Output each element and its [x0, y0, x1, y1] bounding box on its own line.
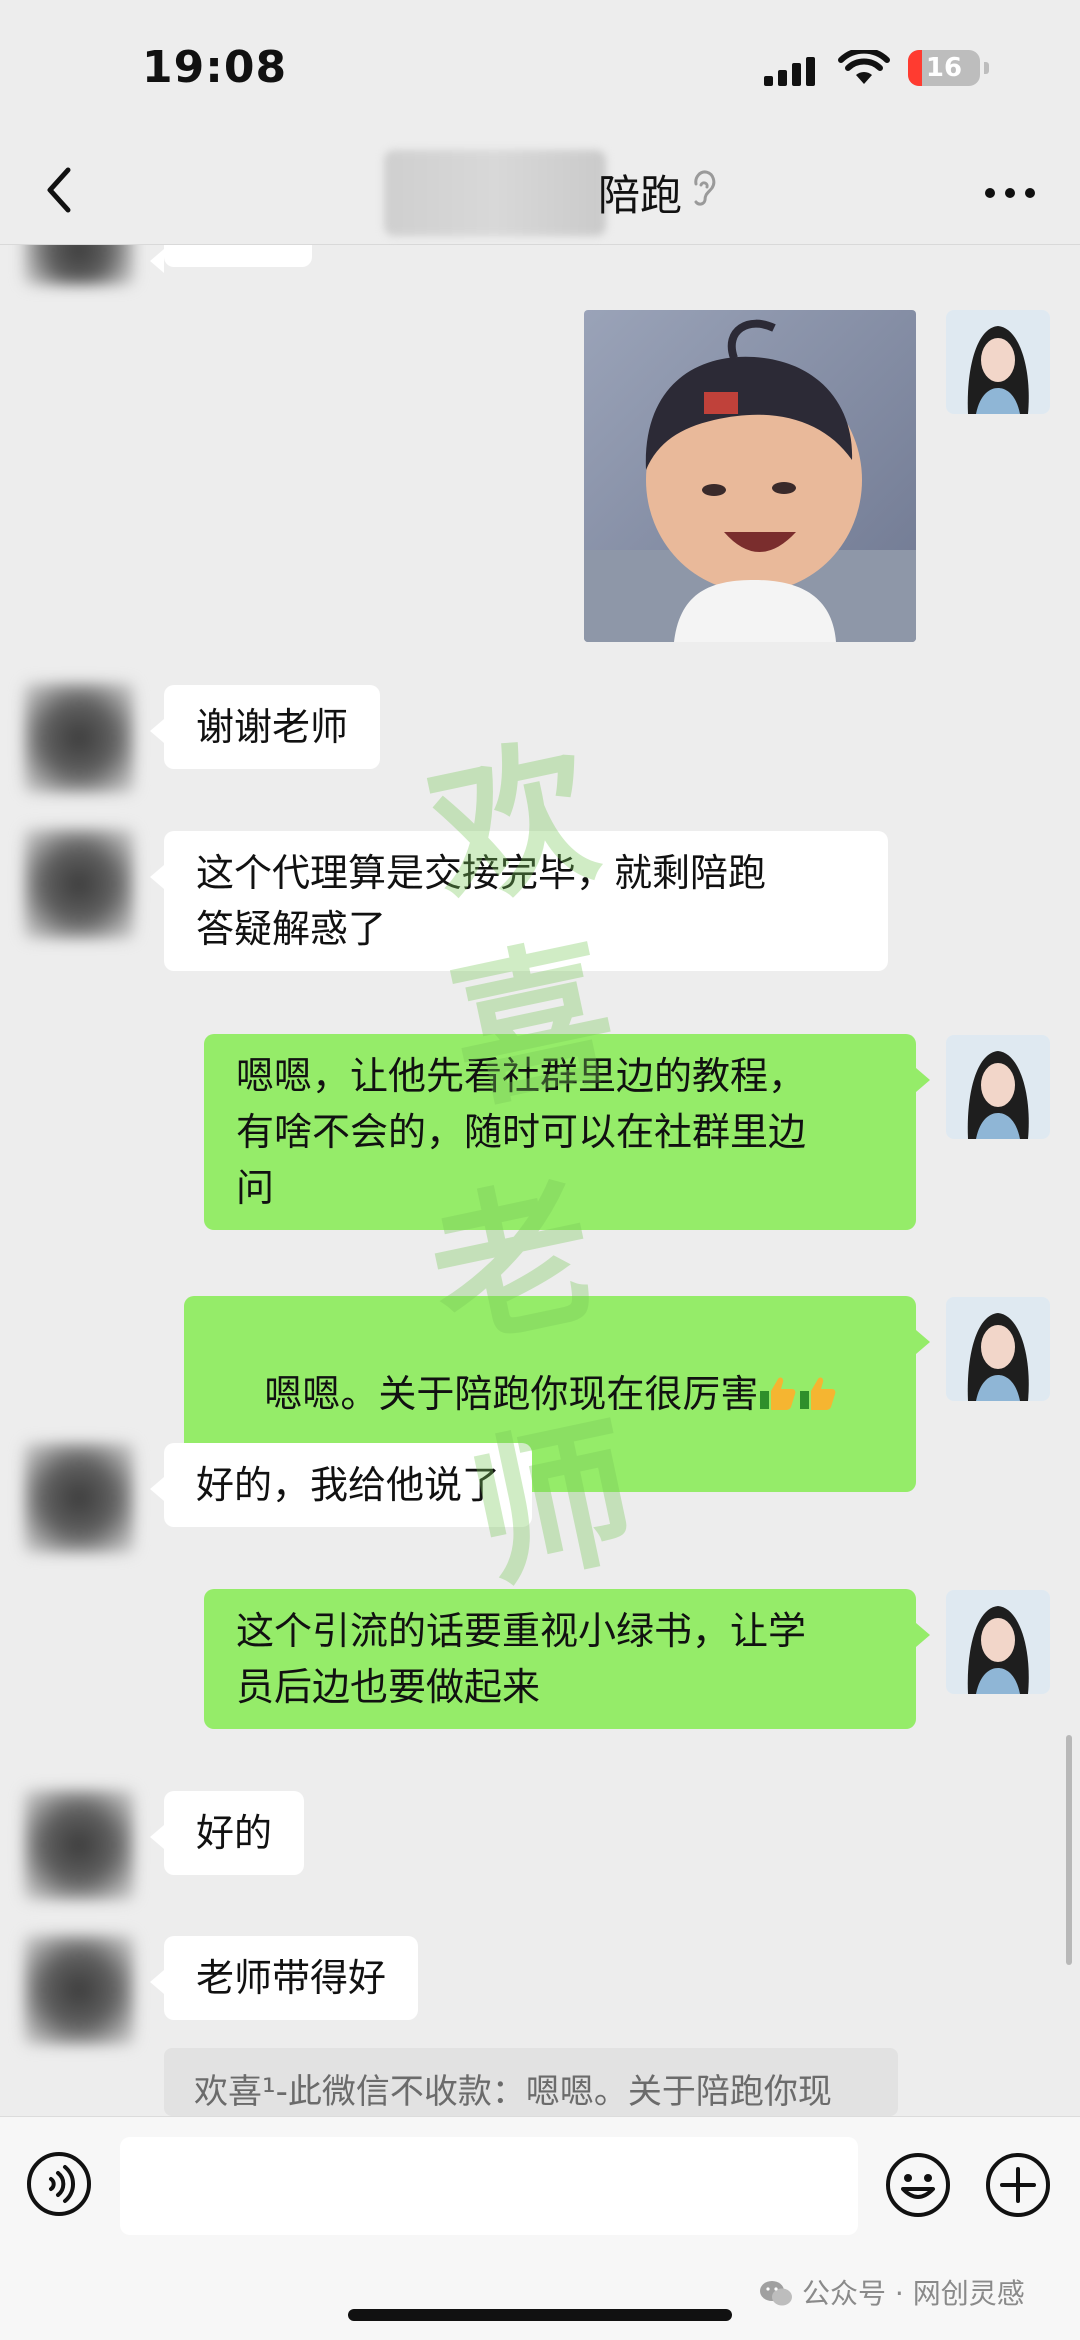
message-text: 嗯嗯。关于陪跑你现在很厉害: [264, 1372, 759, 1416]
home-indicator[interactable]: [348, 2309, 732, 2321]
my-avatar: [946, 1035, 1050, 1139]
scrollbar[interactable]: [1066, 1735, 1072, 1965]
voice-icon[interactable]: [26, 2151, 92, 2217]
thumbs-up-icon: [760, 1377, 796, 1410]
thumbs-up-icon: [800, 1377, 836, 1410]
battery-level: 16: [925, 53, 963, 83]
message-input[interactable]: [120, 2137, 858, 2235]
sent-image-baby-laughing[interactable]: [584, 310, 916, 642]
status-bar: 19:08 16: [0, 0, 1080, 140]
official-account-watermark: 公众号 · 网创灵感: [758, 2272, 1025, 2312]
contact-avatar: [24, 245, 134, 285]
contact-avatar: [24, 1790, 134, 1900]
message-bubble-partial: [150, 245, 312, 273]
blurred-contact-name: [384, 150, 606, 236]
contact-avatar: [24, 1443, 134, 1553]
official-account-name: 公众号 · 网创灵感: [802, 2277, 1025, 2310]
my-avatar: [946, 310, 1050, 414]
message-bubble-received[interactable]: 老师带得好: [149, 1936, 419, 2020]
wifi-icon: [838, 50, 890, 84]
message-bubble-received[interactable]: 这个代理算是交接完毕，就剩陪跑 答疑解惑了: [150, 831, 888, 971]
contact-avatar: [24, 683, 134, 793]
message-bubble-sent[interactable]: 这个引流的话要重视小绿书，让学 员后边也要做起来: [204, 1589, 930, 1729]
wechat-icon: [760, 2281, 792, 2306]
input-bar: 公众号 · 网创灵感: [0, 2116, 1080, 2340]
message-bubble-received[interactable]: 好的，我给他说了: [149, 1443, 533, 1527]
battery-indicator: 16: [908, 50, 989, 86]
chat-message-list[interactable]: 谢谢老师 这个代理算是交接完毕，就剩陪跑 答疑解惑了 嗯嗯，让他先看社群里边的教…: [0, 245, 1080, 2115]
my-avatar: [946, 1297, 1050, 1401]
message-bubble-received[interactable]: 谢谢老师: [149, 685, 381, 769]
my-avatar: [946, 1590, 1050, 1694]
more-icon[interactable]: [980, 178, 1040, 208]
contact-avatar: [24, 1935, 134, 2045]
message-bubble-received[interactable]: 好的: [149, 1791, 305, 1875]
chat-title: 陪跑: [598, 171, 683, 220]
contact-avatar: [24, 829, 134, 939]
emoji-icon[interactable]: [884, 2151, 952, 2219]
cellular-signal-icon: [764, 57, 815, 86]
plus-icon[interactable]: [984, 2151, 1052, 2219]
back-icon[interactable]: [30, 160, 90, 220]
chat-header: 陪跑: [0, 140, 1080, 245]
ear-icon: [694, 170, 716, 206]
clock: 19:08: [142, 42, 288, 93]
quoted-message-preview[interactable]: 欢喜¹-此微信不收款：嗯嗯。关于陪跑你现: [164, 2048, 898, 2116]
message-bubble-sent[interactable]: 嗯嗯，让他先看社群里边的教程， 有啥不会的，随时可以在社群里边 问: [204, 1034, 930, 1230]
